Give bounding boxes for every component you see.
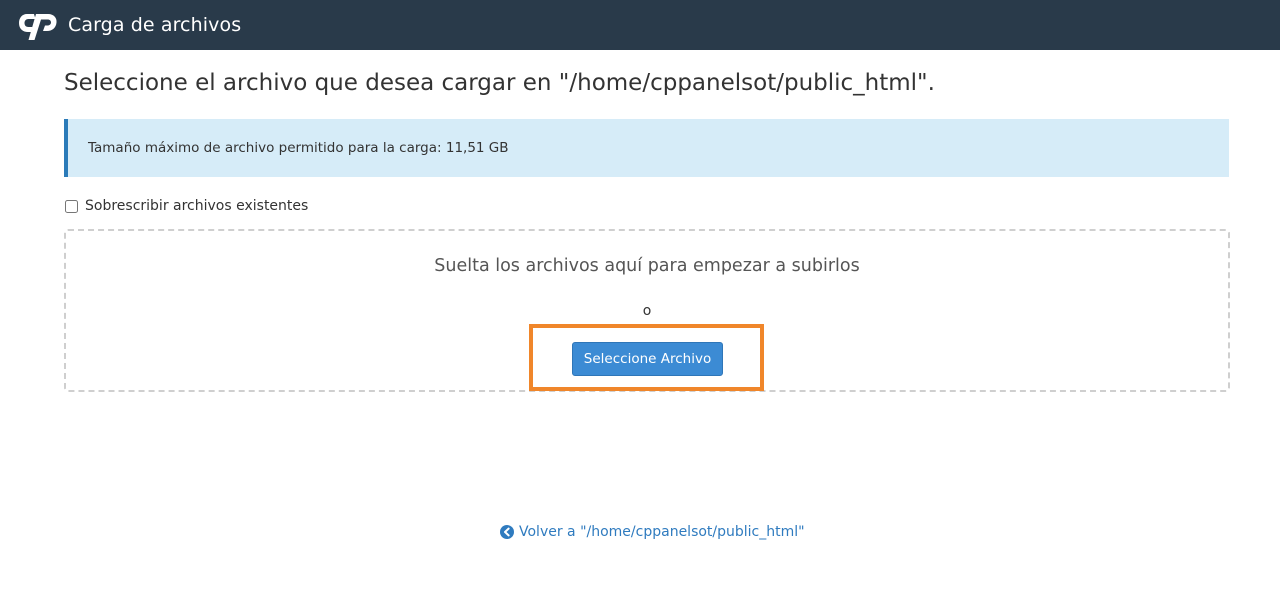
overwrite-option[interactable]: Sobrescribir archivos existentes (64, 198, 308, 214)
or-separator: o (642, 303, 652, 319)
overwrite-checkbox[interactable] (65, 199, 78, 213)
file-drop-zone[interactable]: Suelta los archivos aquí para empezar a … (64, 229, 1230, 392)
back-link-label: Volver a "/home/cppanelsot/public_html" (519, 524, 805, 540)
drop-zone-text: Suelta los archivos aquí para empezar a … (434, 256, 860, 276)
alert-text: Tamaño máximo de archivo permitido para … (88, 140, 509, 156)
cpanel-logo-icon[interactable] (18, 9, 64, 41)
arrow-circle-left-icon (500, 525, 514, 539)
overwrite-label: Sobrescribir archivos existentes (85, 198, 309, 214)
max-size-alert: Tamaño máximo de archivo permitido para … (64, 119, 1229, 177)
app-title: Carga de archivos (68, 14, 242, 36)
page-title: Seleccione el archivo que desea cargar e… (64, 70, 935, 96)
top-bar: Carga de archivos (0, 0, 1280, 50)
select-file-button[interactable]: Seleccione Archivo (572, 342, 723, 376)
back-link[interactable]: Volver a "/home/cppanelsot/public_html" (500, 524, 805, 540)
